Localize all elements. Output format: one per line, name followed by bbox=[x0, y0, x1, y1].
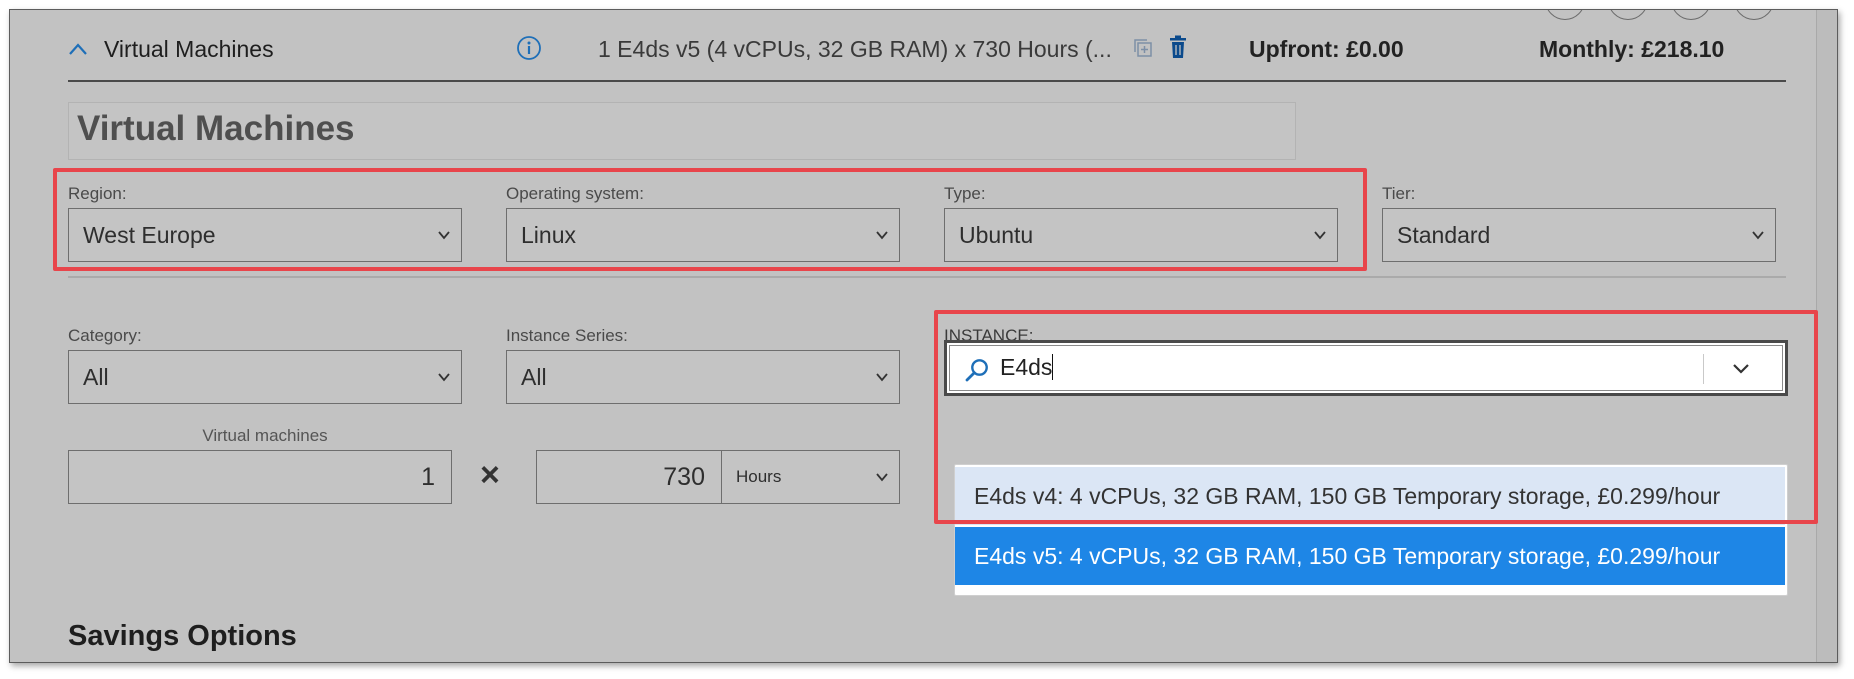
series-label: Instance Series: bbox=[506, 326, 628, 345]
highlight-box-instance bbox=[934, 310, 1818, 524]
monthly-cost: Monthly: £218.10 bbox=[1539, 36, 1725, 62]
chevron-down-icon bbox=[1752, 231, 1764, 240]
savings-options-heading: Savings Options bbox=[68, 620, 297, 652]
category-select[interactable]: All bbox=[68, 350, 462, 404]
hours-unit-value: Hours bbox=[736, 467, 782, 486]
chevron-down-icon bbox=[876, 373, 888, 382]
section-header-title[interactable]: Virtual Machines bbox=[104, 36, 274, 63]
circle-button-1[interactable] bbox=[1545, 10, 1585, 20]
pricing-calculator-page: Virtual Machines 1 E4ds v5 (4 vCPUs, 32 … bbox=[9, 9, 1838, 663]
vm-count-input[interactable]: 1 bbox=[68, 450, 452, 504]
trash-icon[interactable] bbox=[1167, 35, 1189, 59]
upfront-cost: Upfront: £0.00 bbox=[1249, 36, 1404, 62]
category-select-value: All bbox=[83, 364, 109, 390]
series-select[interactable]: All bbox=[506, 350, 900, 404]
panel-title[interactable]: Virtual Machines bbox=[77, 109, 355, 149]
hours-input[interactable]: 730 bbox=[536, 450, 722, 504]
circle-button-3[interactable] bbox=[1671, 10, 1711, 20]
section-divider bbox=[68, 276, 1786, 278]
highlight-box-filters bbox=[53, 168, 1367, 271]
viewport: Virtual Machines 1 E4ds v5 (4 vCPUs, 32 … bbox=[0, 0, 1854, 679]
instance-option-e4ds-v5[interactable]: E4ds v5: 4 vCPUs, 32 GB RAM, 150 GB Temp… bbox=[955, 527, 1785, 585]
scrollbar[interactable] bbox=[1816, 10, 1837, 662]
header-divider bbox=[68, 80, 1786, 82]
circle-button-2[interactable] bbox=[1608, 10, 1648, 20]
info-icon[interactable] bbox=[516, 35, 542, 61]
instance-option-label: E4ds v5: 4 vCPUs, 32 GB RAM, 150 GB Temp… bbox=[974, 543, 1721, 569]
series-select-value: All bbox=[521, 364, 547, 390]
category-label: Category: bbox=[68, 326, 142, 345]
collapse-chevron-icon[interactable] bbox=[68, 42, 88, 56]
tier-select[interactable]: Standard bbox=[1382, 208, 1776, 262]
hours-unit-select[interactable]: Hours bbox=[721, 450, 900, 504]
estimate-summary: 1 E4ds v5 (4 vCPUs, 32 GB RAM) x 730 Hou… bbox=[598, 36, 1112, 62]
tier-label: Tier: bbox=[1382, 184, 1416, 203]
vm-count-label: Virtual machines bbox=[202, 426, 328, 445]
chevron-down-icon bbox=[876, 473, 888, 482]
chevron-down-icon bbox=[438, 373, 450, 382]
duplicate-icon[interactable] bbox=[1132, 37, 1154, 59]
multiply-sign: × bbox=[480, 456, 500, 494]
tier-select-value: Standard bbox=[1397, 222, 1491, 248]
circle-button-4[interactable] bbox=[1734, 10, 1774, 20]
